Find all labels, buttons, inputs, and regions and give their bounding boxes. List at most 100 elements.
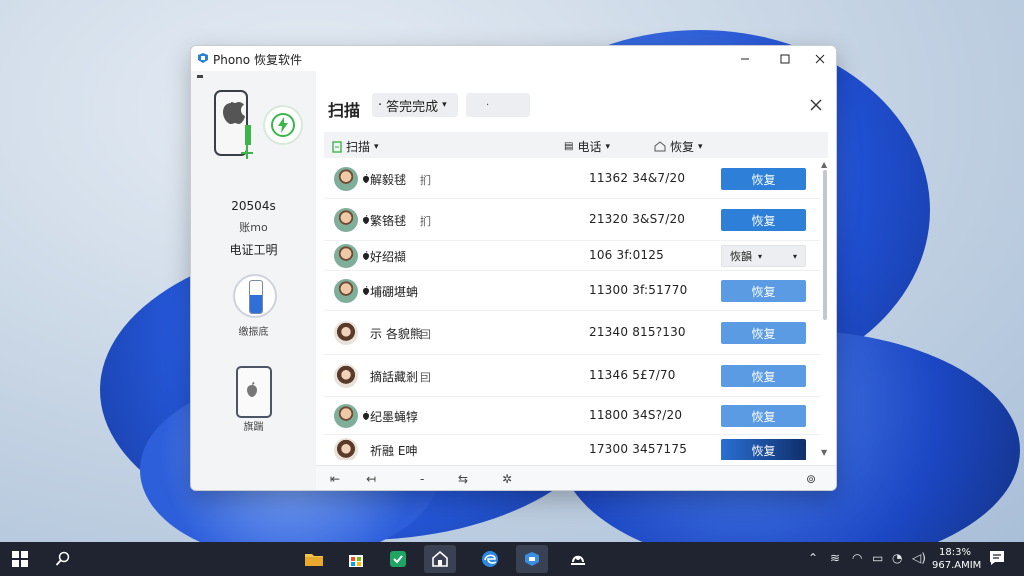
recovery-tool-icon [571,555,585,565]
close-button[interactable] [800,46,836,71]
collapse-left-icon[interactable]: ⇤ [330,472,340,486]
scrollbar-thumb[interactable] [823,170,827,320]
apple-logo-icon [363,286,369,295]
secondary-filter-dropdown[interactable]: · [466,93,530,117]
recover-button-label: 恢复 [751,326,776,341]
status-filter-dropdown[interactable]: · 答完完成 ▾ [372,93,458,117]
tray-battery-icon[interactable]: ▭ [872,551,883,565]
table-header: 扫描 ▾ ▤ 电话 ▾ 恢复 ▾ [324,132,828,158]
table-row[interactable]: 繁铬毬扪 21320 3&S7/20 恢复 [324,200,820,241]
contact-tag: 扪 [420,174,431,187]
table-row[interactable]: 示 各貌熊囙 21340 815?130 恢复 [324,312,820,355]
app-green-icon [390,551,406,567]
panel-close-button[interactable] [808,97,824,113]
windows-logo-icon [12,551,28,567]
recover-button[interactable]: 恢复 [721,280,806,302]
battery-widget[interactable] [233,274,277,318]
avatar [334,279,358,303]
table-row[interactable]: 好绍襭 106 3f:0125 恢韻 ▾ ▾ [324,242,820,271]
scroll-up-icon[interactable]: ▲ [821,160,827,169]
maximize-button[interactable] [765,46,805,71]
phone-number: 21320 3&S7/20 [589,212,686,226]
taskbar-phono-app[interactable] [516,545,548,573]
app-window: Phono 恢复软件 20504s 账mo 电证工明 缴振底 旗踹 扫描 · 答… [190,45,837,491]
table-row[interactable]: 解毅毬扪 11362 34&7/20 恢复 [324,160,820,199]
avatar [334,364,358,388]
avatar [334,167,358,191]
settings-icon[interactable]: ✲ [502,472,512,486]
column-recover[interactable]: 恢复 ▾ [654,138,703,155]
start-button[interactable] [0,542,40,576]
column-recover-label: 恢复 [670,140,695,154]
contact-list: 解毅毬扪 11362 34&7/20 恢复 繁铬毬扪 21320 3&S7/20 恢复 好绍… [324,160,820,460]
close-icon [810,99,822,111]
taskbar-app-settings[interactable] [562,545,594,573]
recover-button[interactable]: 恢复 [721,168,806,190]
recover-button[interactable]: 恢复 [721,209,806,231]
taskbar-edge[interactable] [474,545,506,573]
device-sidebar: 20504s 账mo 电证工明 缴振底 旗踹 [191,71,316,490]
contact-tag: 囙 [420,371,431,384]
taskbar-store[interactable] [340,545,372,573]
avatar [334,404,358,428]
taskbar-file-explorer[interactable] [298,545,330,573]
apple-logo-icon [247,382,257,397]
tray-network-icon[interactable]: ≋ [830,551,840,565]
taskbar-app-green[interactable] [382,545,414,573]
battery-icon [249,280,263,314]
device-model: 20504s [231,199,276,213]
tray-overflow-icon[interactable]: ⌃ [808,551,818,565]
avatar [334,321,358,345]
phono-app-icon [525,552,539,566]
maximize-icon [780,54,790,63]
recover-button[interactable]: 恢复 [721,365,806,387]
scroll-down-icon[interactable]: ▼ [821,448,827,457]
column-scan[interactable]: 扫描 ▾ [332,138,379,155]
tray-volume-icon[interactable]: ◁) [912,551,926,565]
tray-wifi-icon[interactable]: ◠ [852,551,862,565]
table-row[interactable]: 纪墨蝇犉 11800 34S?/20 恢复 [324,398,820,435]
panel-footer: ⇤ ↤ - ⇆ ✲ ⊚ [316,465,836,490]
title-bar[interactable]: Phono 恢复软件 [191,46,836,71]
table-row[interactable]: 祈融 E呻 17300 3457175 恢复 [324,436,820,460]
iphone-device-icon [214,90,253,159]
home-icon [654,141,666,152]
refresh-icon[interactable]: ⊚ [806,472,816,486]
back-arrow-icon[interactable]: ↤ [366,472,376,486]
notification-center-icon[interactable] [988,549,1006,567]
device-backup-button[interactable] [236,366,272,418]
phone-number: 11346 5£7/70 [589,368,676,382]
phone-number: 106 3f:0125 [589,248,664,262]
apple-logo-icon [363,215,369,224]
minimize-button[interactable] [725,46,765,71]
phone-number: 11300 3f:51770 [589,283,688,297]
recover-button[interactable]: 恢复 [721,405,806,427]
list-scrollbar[interactable]: ▲ ▼ [820,160,830,460]
app-logo-icon [198,53,208,63]
contact-name: 埔硼堪蚺 [370,285,419,299]
phone-number: 11800 34S?/20 [589,408,683,422]
device-status: 电证工明 [229,243,278,257]
apple-logo-icon [363,251,369,260]
page-title: 扫描 [328,101,361,120]
lightning-bolt-icon [271,113,295,137]
swap-arrows-icon[interactable]: ⇆ [458,472,468,486]
clock-time: 18:3% [939,547,971,558]
main-panel: 扫描 · 答完完成 ▾ · 扫描 ▾ ▤ 电话 ▾ 恢复 ▾ 解毅毬 扪 113… [316,71,836,490]
recover-button[interactable]: 恢复 [721,439,806,460]
phone-icon: ▤ [564,141,574,152]
recover-button-label: 恢复 [751,443,776,458]
table-row[interactable]: 摘話藏剎囙 11346 5£7/70 恢复 [324,356,820,397]
recover-dropdown[interactable]: 恢韻 ▾ ▾ [721,245,806,267]
taskbar-app-home[interactable] [424,545,456,573]
taskbar-clock[interactable]: 18:3% 967.AMIM [932,546,981,572]
close-icon [815,54,825,63]
menu-icon[interactable] [197,75,203,78]
recover-button-label: 恢韻 [730,250,752,263]
apple-logo-icon [363,174,369,183]
recover-button[interactable]: 恢复 [721,322,806,344]
table-row[interactable]: 埔硼堪蚺 11300 3f:51770 恢复 [324,272,820,311]
tray-signal-icon[interactable]: ◔ [892,551,902,565]
column-phone[interactable]: ▤ 电话 ▾ [564,138,610,155]
taskbar-search-button[interactable] [46,542,80,576]
